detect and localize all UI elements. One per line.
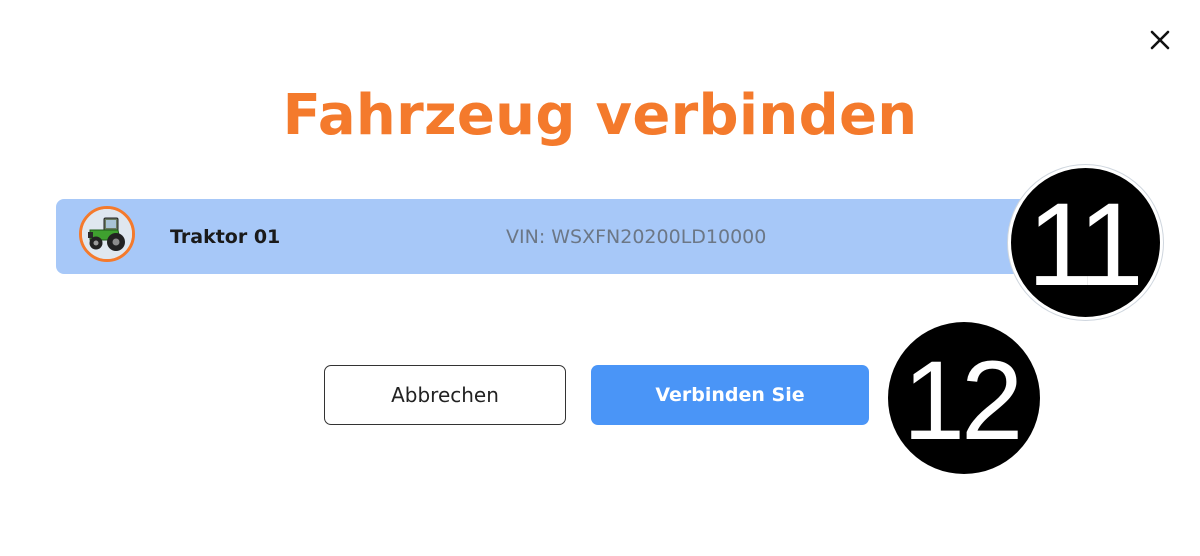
annotation-marker-12-label: 12 (902, 337, 1024, 463)
connect-vehicle-dialog: Fahrzeug verbinden Traktor 01 VIN: WSXFN… (0, 0, 1200, 556)
vehicle-name: Traktor 01 (170, 226, 281, 248)
vehicle-vin: VIN: WSXFN20200LD10000 (506, 226, 767, 248)
cancel-button[interactable]: Abbrechen (324, 365, 566, 425)
vehicle-avatar (79, 206, 135, 262)
annotation-marker-11: 11 (1008, 165, 1163, 320)
connect-button[interactable]: Verbinden Sie (591, 365, 869, 425)
annotation-marker-12: 12 (888, 322, 1040, 474)
dialog-title: Fahrzeug verbinden (282, 83, 918, 148)
vehicle-list-item[interactable]: Traktor 01 VIN: WSXFN20200LD10000 (56, 199, 1056, 274)
close-icon (1150, 30, 1170, 50)
annotation-marker-11-label: 11 (1027, 178, 1143, 311)
tractor-icon (82, 209, 132, 259)
close-button[interactable] (1142, 22, 1178, 58)
